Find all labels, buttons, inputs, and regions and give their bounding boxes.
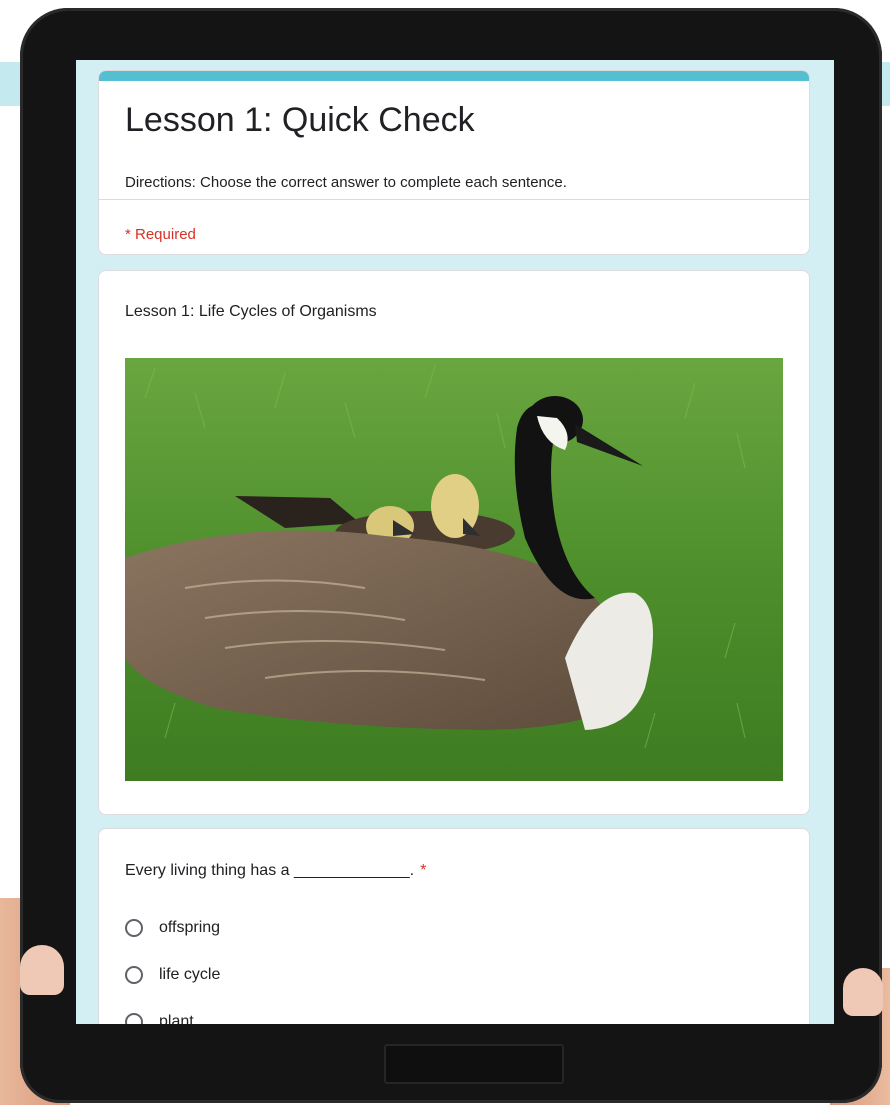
- option-label: plant: [159, 1013, 194, 1024]
- section-title: Lesson 1: Life Cycles of Organisms: [125, 303, 377, 320]
- required-note: * Required: [125, 226, 196, 243]
- right-thumbnail: [843, 968, 883, 1016]
- question-prompt: Every living thing has a _____________.: [125, 862, 415, 879]
- form-header-card: Lesson 1: Quick Check Directions: Choose…: [98, 70, 810, 255]
- header-accent-stripe: [99, 71, 809, 81]
- left-thumbnail: [20, 945, 64, 995]
- option-plant[interactable]: plant: [125, 1009, 194, 1024]
- question-text: Every living thing has a _____________. *: [125, 862, 426, 880]
- radio-button[interactable]: [125, 919, 143, 937]
- section-card: Lesson 1: Life Cycles of Organisms: [98, 270, 810, 815]
- form-description: Directions: Choose the correct answer to…: [125, 174, 567, 191]
- required-asterisk: *: [420, 862, 427, 879]
- option-offspring[interactable]: offspring: [125, 915, 220, 941]
- question-card: Every living thing has a _____________. *…: [98, 828, 810, 1024]
- header-divider: [99, 199, 809, 200]
- goose-photo: [125, 358, 783, 781]
- radio-button[interactable]: [125, 1013, 143, 1024]
- tablet-screen: Lesson 1: Quick Check Directions: Choose…: [76, 60, 834, 1024]
- tablet-home-button[interactable]: [384, 1044, 564, 1084]
- option-label: life cycle: [159, 966, 221, 983]
- option-label: offspring: [159, 919, 221, 936]
- form-title: Lesson 1: Quick Check: [125, 101, 475, 139]
- radio-button[interactable]: [125, 966, 143, 984]
- option-life-cycle[interactable]: life cycle: [125, 962, 220, 988]
